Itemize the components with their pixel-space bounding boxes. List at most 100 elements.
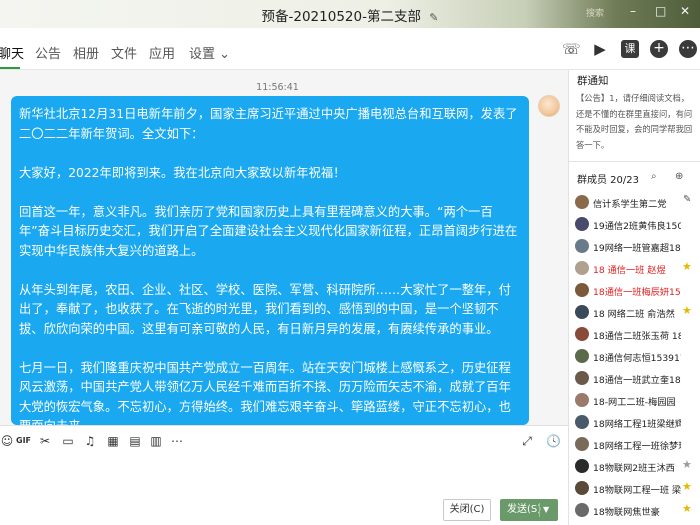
member-search-icon[interactable]: ⌕ — [651, 171, 657, 182]
member-name: 18 网络二班 俞浩然 — [593, 309, 675, 320]
member-avatar[interactable] — [575, 261, 589, 275]
member-item[interactable]: 18通信一班武立奎1895513 — [575, 369, 700, 389]
file-icon[interactable]: ▭ — [61, 434, 75, 448]
message-paragraph: 从年头到年尾，农田、企业、社区、学校、医院、军营、科研院所……大家忙了一整年，付… — [19, 282, 511, 336]
member-item[interactable]: 18网络工程1班梁继辉 1800 — [575, 413, 700, 433]
add-member-icon[interactable]: ⊕ — [675, 171, 683, 182]
send-button[interactable]: 发送(S) ▼ — [500, 499, 558, 521]
window-title-text: 预备-20210520-第二支部 — [261, 9, 421, 25]
message-paragraph: 新华社北京12月31日电新年前夕，国家主席习近平通过中央广播电视总台和互联网，发… — [19, 107, 518, 141]
sender-avatar[interactable] — [538, 95, 560, 117]
member-name: 19网络一班管嘉超1878 — [593, 243, 681, 254]
member-item[interactable]: 18通信二班张玉荷 1871526 — [575, 325, 700, 345]
tab-bar: 聊天 公告 相册 文件 应用 设置 ⌄ ☏ ▶ 课 + ⋯ — [0, 28, 700, 70]
panel-divider — [569, 161, 700, 162]
member-avatar[interactable] — [575, 371, 589, 385]
message-bubble[interactable]: 新华社北京12月31日电新年前夕，国家主席习近平通过中央广播电视总台和互联网，发… — [11, 96, 529, 425]
member-name: 18物联网焦世豪 — [593, 507, 660, 518]
member-name: 18物联网工程一班 梁虎 — [593, 485, 681, 496]
member-name: 18通信何志恒15391796227 — [593, 353, 681, 364]
edit-title-icon[interactable]: ✎ — [429, 11, 438, 24]
edit-icon[interactable]: ✎ — [683, 194, 691, 205]
tab-apps[interactable]: 应用 — [149, 43, 175, 62]
star-icon: ★ — [682, 502, 692, 515]
tab-announcement[interactable]: 公告 — [35, 43, 61, 62]
member-item[interactable]: 18物联网2班王沐西 ★ — [575, 457, 700, 477]
send-options-chevron-icon[interactable]: ▼ — [543, 499, 549, 521]
member-item[interactable]: 19通信2班黄伟良15055 — [575, 215, 700, 235]
picture-icon[interactable]: ▤ — [128, 434, 142, 448]
course-icon[interactable]: 课 — [621, 40, 639, 58]
member-item[interactable]: 18通信一班梅辰妍15955301 — [575, 281, 700, 301]
member-item[interactable]: 18物联网工程一班 梁虎 ★ — [575, 479, 700, 499]
member-avatar[interactable] — [575, 195, 589, 209]
member-avatar[interactable] — [575, 239, 589, 253]
tab-chat[interactable]: 聊天 — [0, 43, 24, 62]
member-name: 18 通信一班 赵煜 — [593, 265, 666, 276]
message-paragraph: 七月一日，我们隆重庆祝中国共产党成立一百周年。站在天安门城楼上感慨系之，历史征程… — [19, 360, 511, 426]
member-avatar[interactable] — [575, 217, 589, 231]
star-icon: ★ — [682, 304, 692, 317]
message-paragraph: 回首这一年，意义非凡。我们亲历了党和国家历史上具有里程碑意义的大事。“两个一百年… — [19, 204, 518, 258]
member-avatar[interactable] — [575, 503, 589, 517]
music-icon[interactable]: ♫ — [83, 434, 97, 448]
maximize-icon[interactable]: □ — [655, 4, 666, 18]
image-icon[interactable]: ▦ — [106, 434, 120, 448]
member-item[interactable]: 18通信何志恒15391796227 — [575, 347, 700, 367]
star-icon: ★ — [682, 260, 692, 273]
emoji-icon[interactable]: ☺ — [0, 434, 14, 448]
message-composer[interactable]: ☺ GIF ✂ ▭ ♫ ▦ ▤ ▥ ⋯ ⤢ 🕓 关闭(C) 发送(S) ▼ — [0, 425, 568, 525]
send-label: 发送(S) — [507, 504, 542, 515]
member-item[interactable]: 信计系学生第二党 ✎ — [575, 193, 700, 213]
title-bar: 预备-20210520-第二支部 ✎ 搜索 – □ ✕ — [0, 0, 700, 28]
member-name: 18通信二班张玉荷 1871526 — [593, 331, 681, 342]
gif-icon[interactable]: GIF — [16, 434, 31, 448]
member-avatar[interactable] — [575, 437, 589, 451]
group-side-panel: 群通知 【公告】1，请仔细阅读文档，还是不懂的在群里直接问，有问不能及时回复，会… — [568, 70, 700, 525]
member-name: 信计系学生第二党 — [593, 199, 667, 210]
member-avatar[interactable] — [575, 481, 589, 495]
member-item[interactable]: 18-网工二班-梅园园 — [575, 391, 700, 411]
member-avatar[interactable] — [575, 393, 589, 407]
expand-icon[interactable]: ⤢ — [520, 434, 534, 448]
history-clock-icon[interactable]: 🕓 — [546, 434, 561, 448]
more-tools-icon[interactable]: ⋯ — [170, 434, 184, 448]
window-search-hint[interactable]: 搜索 — [586, 6, 604, 19]
add-icon[interactable]: + — [650, 40, 668, 58]
member-item[interactable]: 18物联网焦世豪 ★ — [575, 501, 700, 521]
close-button[interactable]: 关闭(C) — [443, 499, 491, 521]
member-item[interactable]: 19网络一班管嘉超1878 — [575, 237, 700, 257]
member-item[interactable]: 18网络工程一班徐梦玲1730 — [575, 435, 700, 455]
group-notice-title[interactable]: 群通知 — [577, 73, 609, 88]
member-avatar[interactable] — [575, 283, 589, 297]
tab-settings[interactable]: 设置 ⌄ — [189, 43, 230, 62]
member-avatar[interactable] — [575, 327, 589, 341]
member-avatar[interactable] — [575, 305, 589, 319]
close-window-icon[interactable]: ✕ — [680, 4, 690, 18]
member-name: 18物联网2班王沐西 — [593, 463, 675, 474]
screenshot-scissors-icon[interactable]: ✂ — [38, 434, 52, 448]
member-item[interactable]: 18 网络二班 俞浩然 ★ — [575, 303, 700, 323]
star-icon: ★ — [682, 458, 692, 471]
member-avatar[interactable] — [575, 349, 589, 363]
member-name: 18网络工程1班梁继辉 1800 — [593, 419, 681, 430]
minimize-icon[interactable]: – — [630, 4, 636, 18]
member-name: 18通信一班武立奎1895513 — [593, 375, 681, 386]
members-count: 群成员 20/23 — [577, 175, 639, 186]
member-item[interactable]: 18 通信一班 赵煜 ★ — [575, 259, 700, 279]
active-tab-indicator — [0, 67, 20, 69]
member-name: 19通信2班黄伟良15055 — [593, 221, 681, 232]
member-avatar[interactable] — [575, 415, 589, 429]
star-icon: ★ — [682, 480, 692, 493]
tab-album[interactable]: 相册 — [73, 43, 99, 62]
template-icon[interactable]: ▥ — [149, 434, 163, 448]
send-divider — [539, 503, 540, 517]
more-icon[interactable]: ⋯ — [679, 40, 697, 58]
chat-history[interactable]: 11:56:41 新华社北京12月31日电新年前夕，国家主席习近平通过中央广播电… — [0, 70, 568, 425]
phone-icon[interactable]: ☏ — [562, 40, 581, 58]
message-timestamp: 11:56:41 — [256, 82, 299, 93]
video-call-icon[interactable]: ▶ — [591, 40, 609, 58]
member-avatar[interactable] — [575, 459, 589, 473]
group-notice-body[interactable]: 【公告】1，请仔细阅读文档，还是不懂的在群里直接问，有问不能及时回复，会的同学帮… — [576, 91, 694, 153]
tab-files[interactable]: 文件 — [111, 43, 137, 62]
